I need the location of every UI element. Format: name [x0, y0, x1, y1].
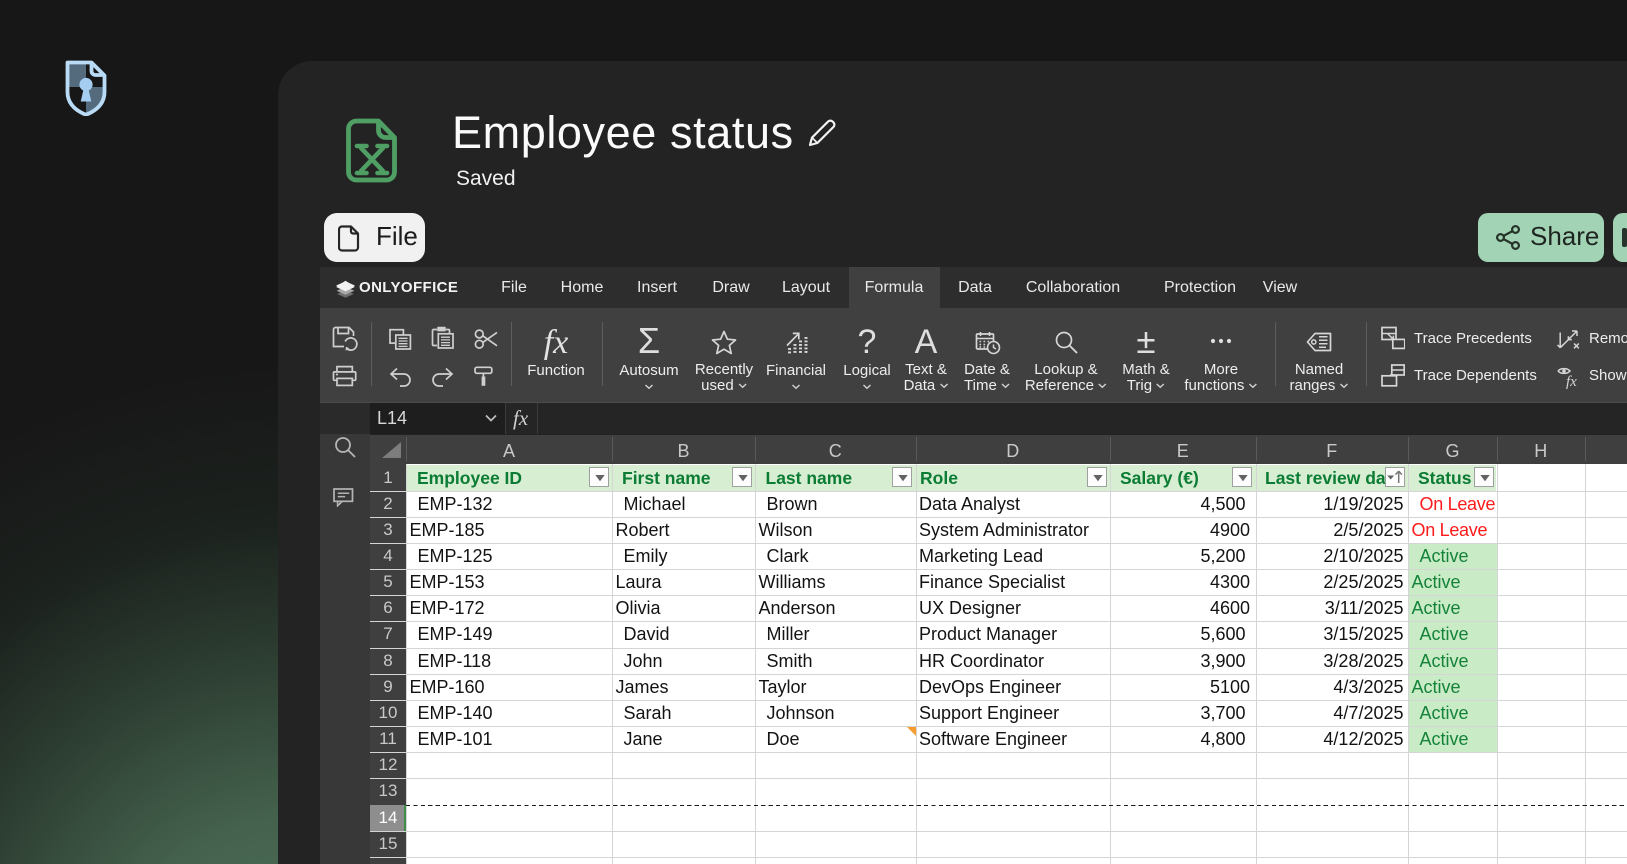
svg-text:fx: fx: [1566, 374, 1577, 389]
